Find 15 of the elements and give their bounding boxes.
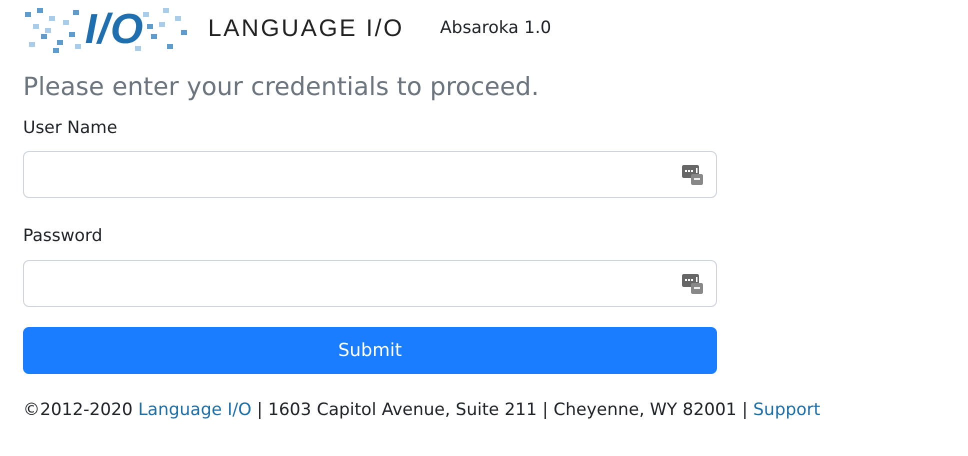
copyright-text: ©2012-2020 <box>23 400 133 420</box>
password-manager-icon[interactable] <box>682 164 704 186</box>
version-label: Absaroka 1.0 <box>440 17 552 40</box>
field-label: User Name <box>23 116 118 140</box>
submit-button[interactable]: Submit <box>23 326 717 374</box>
company-link[interactable]: Language I/O <box>138 400 252 420</box>
address-text: | 1603 Capitol Avenue, Suite 211 | Cheyenne, WY 82001 | <box>256 400 748 420</box>
input-field[interactable] <box>23 151 717 198</box>
support-link[interactable]: Support <box>753 400 820 420</box>
password-manager-icon[interactable] <box>682 272 704 294</box>
input-field[interactable] <box>23 260 717 306</box>
field-label: Password <box>23 225 104 248</box>
logo-text: LANGUAGE I/O <box>208 15 404 43</box>
logo: I/O <box>23 4 188 54</box>
page-heading: Please enter your credentials to proceed. <box>23 71 540 103</box>
